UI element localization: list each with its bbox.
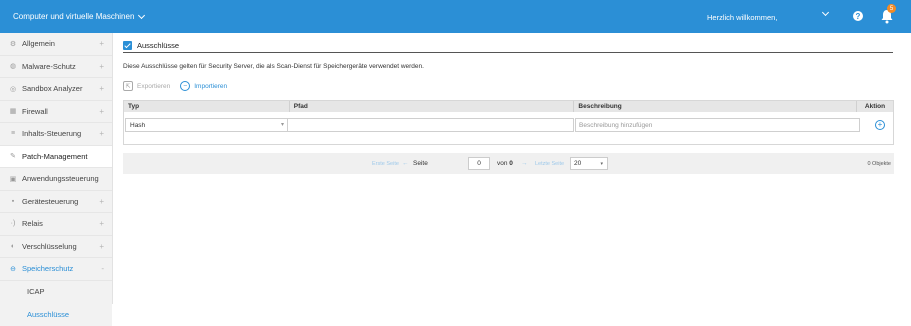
type-select-value: Hash	[130, 121, 146, 129]
lock-icon: ◐	[10, 242, 16, 250]
sidebar-item-label: Patch-Management	[22, 151, 88, 161]
relay-icon: ·)	[10, 220, 16, 228]
action-bar: ⇱ Exportieren – Importieren	[123, 81, 237, 91]
firewall-icon: ▦	[9, 108, 17, 116]
column-header-pfad: Pfad	[290, 101, 575, 112]
expand-icon[interactable]: +	[99, 242, 104, 251]
column-header-aktion: Aktion	[864, 103, 886, 110]
sidebar-item-malware-schutz[interactable]: ◍ Malware-Schutz +	[0, 56, 112, 78]
import-icon: –	[180, 81, 191, 91]
page-label: Seite	[413, 160, 428, 167]
notification-badge: 5	[887, 4, 896, 13]
sidebar-item-sandbox-analyzer[interactable]: ◎ Sandbox Analyzer +	[0, 78, 112, 101]
sidebar-item-firewall[interactable]: ▦ Firewall +	[0, 101, 112, 123]
pagination-bar: Erste Seite ← Seite 0 von 0 → Letzte Sei…	[123, 153, 894, 174]
export-label: Exportieren	[137, 82, 171, 90]
top-bar: Computer und virtuelle Maschinen Herzlic…	[0, 0, 911, 33]
sidebar-subitem-icap[interactable]: ICAP	[0, 280, 112, 303]
sidebar-item-label: Verschlüsselung	[22, 241, 77, 251]
sidebar-subitem-label: ICAP	[27, 287, 45, 297]
section-header: Ausschlüsse	[123, 39, 893, 53]
sidebar: ⚙ Allgemein + ◍ Malware-Schutz + ◎ Sandb…	[0, 33, 113, 326]
exclusions-table: Typ Pfad Beschreibung Aktion Hash ▾ Besc…	[123, 100, 894, 145]
sidebar-item-patch-management[interactable]: ✎ Patch-Management	[0, 145, 112, 168]
import-button[interactable]: – Importieren	[180, 81, 227, 91]
import-label: Importieren	[194, 82, 228, 90]
app-control-icon: ▣	[9, 175, 17, 183]
object-count: 0 Objekte	[867, 160, 891, 167]
welcome-text: Herzlich willkommen,	[707, 13, 778, 22]
page-number-input[interactable]: 0	[468, 157, 490, 170]
expand-icon[interactable]: +	[99, 219, 104, 228]
sidebar-item-allgemein[interactable]: ⚙ Allgemein +	[0, 33, 112, 56]
sidebar-item-inhalts-steuerung[interactable]: ≡ Inhalts-Steuerung +	[0, 123, 112, 146]
sidebar-item-verschluesselung[interactable]: ◐ Verschlüsselung +	[0, 236, 112, 258]
sidebar-item-label: Malware-Schutz	[22, 61, 76, 71]
sidebar-item-anwendungssteuerung[interactable]: ▣ Anwendungssteuerung	[0, 168, 112, 191]
section-description: Diese Ausschlüsse gelten für Security Se…	[123, 63, 424, 70]
sandbox-icon: ◎	[9, 85, 17, 93]
sidebar-item-label: Anwendungssteuerung	[22, 174, 99, 184]
description-input[interactable]: Beschreibung hinzufügen	[575, 118, 860, 132]
table-header: Typ Pfad Beschreibung Aktion	[124, 101, 893, 112]
sidebar-subitem-label: Ausschlüsse	[27, 309, 70, 319]
table-empty-area	[124, 133, 893, 144]
new-exclusion-row: Hash ▾ Beschreibung hinzufügen +	[124, 117, 893, 133]
prev-page-arrow-icon[interactable]: ←	[402, 160, 409, 167]
help-icon[interactable]: ?	[853, 11, 863, 21]
sidebar-item-geraetesteuerung[interactable]: ▪ Gerätesteuerung +	[0, 191, 112, 213]
chevron-down-icon	[138, 11, 146, 19]
sidebar-item-relais[interactable]: ·) Relais +	[0, 213, 112, 236]
column-header-typ: Typ	[124, 101, 290, 112]
column-header-beschreibung: Beschreibung	[574, 101, 858, 112]
gear-icon: ⚙	[9, 40, 17, 48]
sidebar-item-label: Allgemein	[22, 39, 55, 49]
collapse-icon[interactable]: -	[101, 264, 104, 273]
sidebar-item-label: Gerätesteuerung	[22, 196, 79, 206]
exclusions-enabled-checkbox[interactable]	[123, 41, 132, 50]
path-input[interactable]	[288, 118, 574, 132]
page-size-value: 20	[574, 160, 582, 167]
next-page-arrow-icon[interactable]: →	[521, 160, 528, 167]
type-select[interactable]: Hash ▾	[125, 118, 288, 132]
export-button[interactable]: ⇱ Exportieren	[123, 81, 170, 91]
expand-icon[interactable]: +	[99, 84, 104, 93]
add-exclusion-icon[interactable]: +	[875, 120, 885, 130]
storage-icon: ⊖	[10, 265, 16, 273]
chevron-down-icon: ▾	[280, 122, 284, 128]
first-page-link[interactable]: Erste Seite	[372, 161, 399, 167]
expand-icon[interactable]: +	[99, 197, 104, 206]
expand-icon[interactable]: +	[99, 129, 104, 138]
total-pages: 0	[509, 160, 513, 167]
scope-selector[interactable]: Computer und virtuelle Maschinen	[13, 11, 146, 21]
scope-selector-label: Computer und virtuelle Maschinen	[13, 12, 135, 21]
shield-icon: ◍	[9, 63, 17, 71]
last-page-link[interactable]: Letzte Seite	[535, 161, 564, 167]
sidebar-item-label: Inhalts-Steuerung	[22, 129, 82, 139]
section-title: Ausschlüsse	[137, 41, 180, 50]
content-icon: ≡	[10, 130, 16, 138]
sidebar-subitem-ausschluesse[interactable]: Ausschlüsse	[0, 303, 112, 326]
of-label: von	[497, 160, 508, 167]
page-size-select[interactable]: 20 ▾	[570, 157, 608, 170]
chevron-down-icon: ▾	[600, 160, 603, 167]
device-icon: ▪	[11, 197, 15, 205]
sidebar-item-label: Sandbox Analyzer	[22, 84, 83, 94]
sidebar-item-label: Speicherschutz	[22, 264, 74, 274]
sidebar-item-speicherschutz[interactable]: ⊖ Speicherschutz -	[0, 258, 112, 281]
patch-icon: ✎	[10, 153, 16, 161]
expand-icon[interactable]: +	[99, 62, 104, 71]
sidebar-item-label: Firewall	[22, 106, 48, 116]
user-menu-chevron-icon[interactable]	[821, 8, 830, 17]
sidebar-item-label: Relais	[22, 219, 43, 229]
expand-icon[interactable]: +	[99, 39, 104, 48]
export-icon: ⇱	[123, 81, 133, 91]
page-of-label: von 0	[497, 160, 513, 167]
expand-icon[interactable]: +	[99, 107, 104, 116]
